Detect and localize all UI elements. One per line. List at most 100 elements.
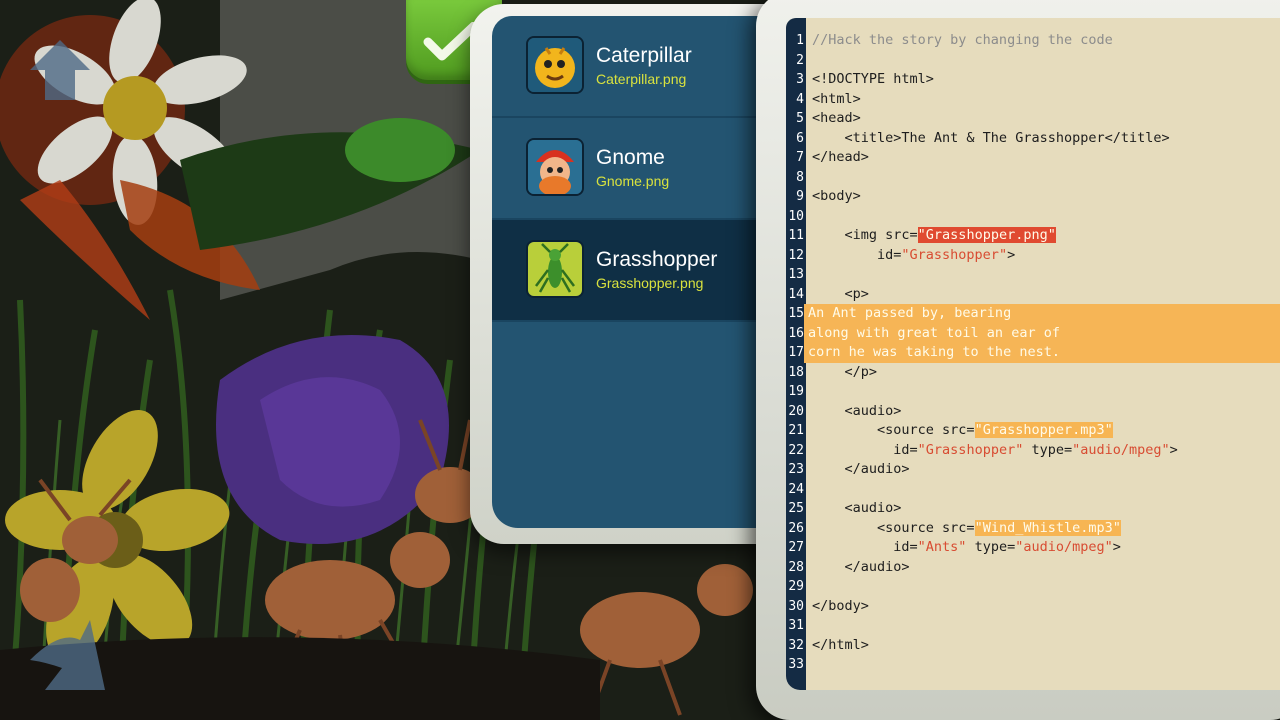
code-line[interactable]: 32 </html>: [786, 636, 1280, 656]
code-text: <audio>: [812, 500, 902, 516]
code-line[interactable]: 9 <body>: [786, 187, 1280, 207]
file-name: Gnome: [596, 146, 665, 169]
code-tag: <img src=: [812, 227, 918, 243]
code-line[interactable]: 12 id="Grasshopper">: [786, 246, 1280, 266]
code-line[interactable]: 1 //Hack the story by changing the code: [786, 31, 1280, 51]
code-line[interactable]: 24: [786, 480, 1280, 500]
code-editor[interactable]: 1 //Hack the story by changing the code 2…: [786, 18, 1280, 690]
audio-src-editable[interactable]: "Grasshopper.mp3": [974, 422, 1113, 438]
code-line[interactable]: 5 <head>: [786, 109, 1280, 129]
code-line[interactable]: 21 <source src="Grasshopper.mp3": [786, 421, 1280, 441]
code-text: </body>: [812, 597, 869, 614]
code-tag-end: >: [1007, 246, 1016, 263]
code-attr: id=: [812, 246, 902, 263]
code-line[interactable]: 28 </audio>: [786, 558, 1280, 578]
code-line[interactable]: 20 <audio>: [786, 402, 1280, 422]
code-line[interactable]: 6 <title>The Ant & The Grasshopper</titl…: [786, 129, 1280, 149]
code-line[interactable]: 13: [786, 265, 1280, 285]
code-line[interactable]: 26 <source src="Wind_Whistle.mp3": [786, 519, 1280, 539]
line-number: 12: [788, 247, 804, 263]
file-name: Caterpillar: [596, 44, 692, 67]
code-line[interactable]: 29: [786, 577, 1280, 597]
code-string: "audio/mpeg": [1015, 539, 1113, 555]
code-line[interactable]: 23 </audio>: [786, 460, 1280, 480]
code-line[interactable]: 33: [786, 655, 1280, 675]
code-text: //Hack the story by changing the code: [812, 32, 1113, 48]
story-text: corn he was taking to the nest.: [808, 344, 1060, 360]
code-line[interactable]: 2: [786, 51, 1280, 71]
line-number: 31: [788, 618, 804, 633]
code-text: </html>: [812, 636, 869, 653]
code-line[interactable]: 11 <img src="Grasshopper.png": [786, 226, 1280, 246]
code-text: <html>: [812, 90, 861, 107]
code-attr: type=: [966, 539, 1016, 555]
line-number: 20: [788, 403, 804, 419]
line-number: 14: [788, 286, 804, 302]
code-text: </head>: [812, 149, 869, 165]
code-text: </audio>: [812, 558, 910, 575]
code-tag: <source src=: [812, 519, 975, 536]
line-number: 2: [796, 52, 804, 68]
code-string: "Grasshopper": [901, 246, 1008, 263]
code-line[interactable]: 4 <html>: [786, 90, 1280, 110]
code-attr: id=: [812, 539, 918, 555]
line-number: 28: [788, 559, 804, 575]
code-text: <!DOCTYPE html>: [812, 71, 934, 87]
file-filename: Caterpillar.png: [596, 71, 687, 87]
audio-src-editable[interactable]: "Wind_Whistle.mp3": [974, 519, 1121, 536]
line-number: 16: [786, 323, 804, 343]
line-number: 24: [788, 481, 804, 497]
story-text-line[interactable]: 15 An Ant passed by, bearing: [786, 304, 1280, 324]
code-line[interactable]: 14 <p>: [786, 285, 1280, 305]
code-text: <p>: [812, 285, 869, 302]
story-text: An Ant passed by, bearing: [808, 305, 1012, 321]
story-text-line[interactable]: 17 corn he was taking to the nest.: [786, 343, 1280, 363]
code-line[interactable]: 25 <audio>: [786, 499, 1280, 519]
line-number: 30: [788, 598, 804, 614]
file-item-grasshopper[interactable]: Grasshopper Grasshopper.png: [492, 220, 792, 322]
file-name: Grasshopper: [596, 248, 718, 271]
code-line[interactable]: 8: [786, 168, 1280, 188]
code-tag-end: >: [1169, 441, 1178, 458]
story-text-line[interactable]: 16 along with great toil an ear of: [786, 323, 1280, 343]
story-text: along with great toil an ear of: [808, 324, 1060, 341]
line-number: 5: [796, 111, 804, 126]
line-number: 32: [788, 637, 804, 653]
line-number: 10: [788, 208, 804, 224]
grasshopper-thumbnail: [528, 242, 582, 296]
line-number: 22: [788, 442, 804, 458]
image-src-editable[interactable]: "Grasshopper.png": [917, 227, 1056, 243]
line-number: 21: [788, 423, 804, 438]
code-line[interactable]: 27 id="Ants" type="audio/mpeg">: [786, 538, 1280, 558]
code-line[interactable]: 31: [786, 616, 1280, 636]
line-number: 4: [796, 91, 804, 107]
code-line[interactable]: 22 id="Grasshopper" type="audio/mpeg">: [786, 441, 1280, 461]
code-string: "Grasshopper": [917, 441, 1024, 458]
code-line[interactable]: 19: [786, 382, 1280, 402]
line-number: 33: [788, 657, 804, 672]
line-number: 25: [788, 501, 804, 516]
code-attr: type=: [1023, 441, 1073, 458]
file-item-gnome[interactable]: Gnome Gnome.png: [492, 118, 792, 220]
code-text: <audio>: [812, 402, 902, 419]
code-line[interactable]: 7 </head>: [786, 148, 1280, 168]
code-tag-end: >: [1112, 539, 1121, 555]
code-line[interactable]: 30 </body>: [786, 597, 1280, 617]
code-line[interactable]: 3 <!DOCTYPE html>: [786, 70, 1280, 90]
code-line[interactable]: 18 </p>: [786, 363, 1280, 383]
line-number: 15: [786, 304, 804, 324]
line-number: 18: [788, 364, 804, 380]
line-number: 11: [788, 228, 804, 243]
line-number: 13: [788, 267, 804, 282]
line-number: 29: [788, 579, 804, 594]
code-string: "audio/mpeg": [1072, 441, 1170, 458]
line-number: 8: [796, 169, 804, 185]
line-number: 26: [788, 520, 804, 536]
caterpillar-thumbnail: [528, 38, 582, 92]
gnome-thumbnail: [528, 140, 582, 194]
line-number: 23: [788, 462, 804, 477]
code-text: <head>: [812, 110, 861, 126]
file-item-caterpillar[interactable]: Caterpillar Caterpillar.png: [492, 16, 792, 118]
code-line[interactable]: 10: [786, 207, 1280, 227]
line-number: 6: [796, 130, 804, 146]
